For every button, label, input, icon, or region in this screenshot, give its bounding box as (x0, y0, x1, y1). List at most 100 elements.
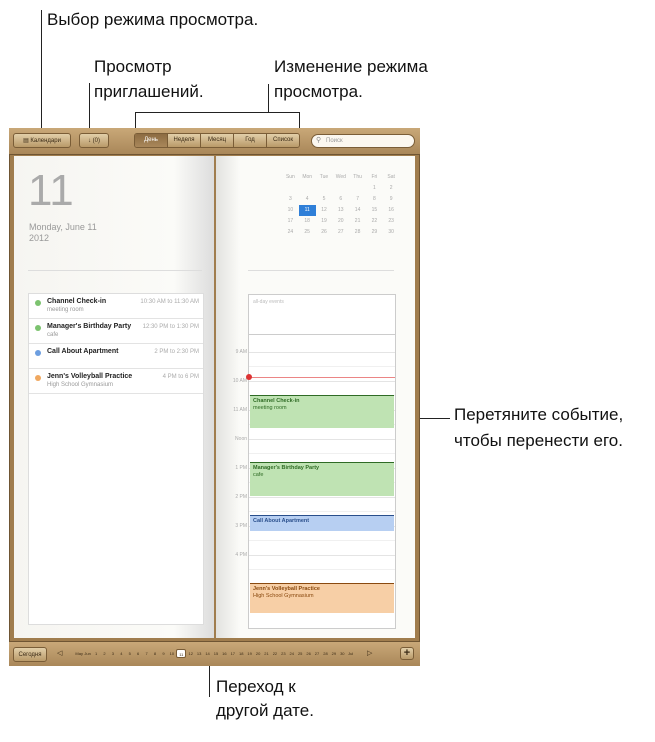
callout-line-view-mode (41, 10, 42, 128)
scrubber-month[interactable]: May (75, 649, 83, 658)
scrubber-day[interactable]: 23 (279, 649, 287, 658)
day-cell[interactable]: 18 (299, 216, 316, 227)
scrubber-day[interactable]: 6 (134, 649, 142, 658)
scrubber-month[interactable]: Jul (347, 649, 355, 658)
scrubber-day[interactable]: 30 (338, 649, 346, 658)
day-event-block[interactable]: Manager's Birthday Party cafe (250, 462, 394, 496)
scrubber-day[interactable]: 28 (321, 649, 329, 658)
scrubber-day[interactable]: 19 (245, 649, 253, 658)
day-cell[interactable]: 21 (349, 216, 366, 227)
hour-label: 10 AM (232, 378, 247, 384)
tab-month[interactable]: Месяц (201, 134, 234, 147)
day-cell[interactable]: 7 (349, 194, 366, 205)
scrubber-day[interactable]: 17 (229, 649, 237, 658)
scrubber-day[interactable]: 10 (168, 649, 176, 658)
scrubber-day[interactable]: 24 (288, 649, 296, 658)
day-cell[interactable]: 28 (349, 227, 366, 238)
day-cell[interactable]: 15 (366, 205, 383, 216)
mini-calendar: Sun Mon Tue Wed Thu Fri Sat 1 2 3 4 5 6 7 8 9 10 11 12 13 14… (282, 172, 400, 238)
event-location: meeting room (47, 307, 84, 313)
day-cell[interactable]: 27 (332, 227, 349, 238)
day-cell[interactable]: 30 (383, 227, 400, 238)
scrubber-day[interactable]: 22 (271, 649, 279, 658)
tab-year[interactable]: Год (234, 134, 267, 147)
scrubber-day[interactable]: 1 (92, 649, 100, 658)
day-cell[interactable]: 25 (299, 227, 316, 238)
day-cell[interactable]: 26 (316, 227, 333, 238)
day-cell[interactable]: 19 (316, 216, 333, 227)
scrubber-day[interactable]: 14 (203, 649, 211, 658)
hour-line (249, 497, 395, 498)
day-cell[interactable]: 17 (282, 216, 299, 227)
day-cell[interactable]: 12 (316, 205, 333, 216)
scrubber-day[interactable]: 11 (176, 649, 187, 658)
list-item[interactable]: Channel Check-in meeting room 10:30 AM to … (29, 294, 203, 319)
scrubber-day[interactable]: 3 (109, 649, 117, 658)
scrubber-day[interactable]: 20 (254, 649, 262, 658)
scrubber-day[interactable]: 12 (186, 649, 194, 658)
invitations-button[interactable]: ↓ (0) (79, 133, 109, 148)
day-cell[interactable]: 14 (349, 205, 366, 216)
date-scrubber[interactable]: May Jun 1 2 3 4 5 6 7 8 9 10 11 12 13 14 15 16 17 18 19 20 21 2… (75, 649, 355, 658)
day-event-block[interactable]: Channel Check-in meeting room (250, 395, 394, 428)
scrubber-day[interactable]: 9 (159, 649, 167, 658)
day-cell[interactable]: 20 (332, 216, 349, 227)
hour-label: 2 PM (235, 494, 247, 500)
calendars-button[interactable]: ▤ Календари (13, 133, 71, 148)
next-arrow-icon[interactable]: ▷ (367, 649, 372, 657)
day-cell[interactable]: 22 (366, 216, 383, 227)
tab-list[interactable]: Список (267, 134, 299, 147)
today-button[interactable]: Сегодня (13, 647, 47, 662)
day-event-block[interactable]: Call About Apartment (250, 515, 394, 531)
event-color-dot (35, 375, 41, 381)
day-cell[interactable]: 2 (383, 183, 400, 194)
scrubber-day[interactable]: 8 (151, 649, 159, 658)
scrubber-day[interactable]: 4 (117, 649, 125, 658)
scrubber-day[interactable]: 29 (330, 649, 338, 658)
current-time-dot (246, 374, 252, 380)
prev-arrow-icon[interactable]: ◁ (57, 649, 62, 657)
scrubber-day[interactable]: 2 (100, 649, 108, 658)
day-cell[interactable]: 11 (298, 205, 316, 216)
tab-day[interactable]: День (135, 134, 168, 147)
scrubber-day[interactable]: 15 (212, 649, 220, 658)
day-cell[interactable]: 23 (383, 216, 400, 227)
scrubber-day[interactable]: 25 (296, 649, 304, 658)
list-item[interactable]: Manager's Birthday Party cafe 12:30 PM to … (29, 319, 203, 344)
list-item[interactable]: Call About Apartment 2 PM to 2:30 PM (29, 344, 203, 369)
day-cell[interactable]: 29 (366, 227, 383, 238)
day-cell[interactable]: 1 (366, 183, 383, 194)
day-cell[interactable]: 24 (282, 227, 299, 238)
list-item[interactable]: Jenn's Volleyball Practice High School Gy… (29, 369, 203, 394)
add-event-button[interactable]: + (400, 647, 414, 660)
day-cell[interactable]: 16 (383, 205, 400, 216)
day-cell[interactable]: 3 (282, 194, 299, 205)
day-cell[interactable]: 13 (332, 205, 349, 216)
tab-week[interactable]: Неделя (168, 134, 201, 147)
event-color-dot (35, 325, 41, 331)
scrubber-day[interactable]: 5 (126, 649, 134, 658)
scrubber-day[interactable]: 16 (220, 649, 228, 658)
day-cell[interactable]: 4 (299, 194, 316, 205)
scrubber-day[interactable]: 26 (304, 649, 312, 658)
day-cell[interactable]: 6 (332, 194, 349, 205)
scrubber-day[interactable]: 27 (313, 649, 321, 658)
day-cell[interactable]: 5 (316, 194, 333, 205)
day-cell (349, 183, 366, 194)
scrubber-day[interactable]: 7 (142, 649, 150, 658)
scrubber-month[interactable]: Jun (83, 649, 91, 658)
day-cell[interactable]: 10 (282, 205, 299, 216)
hour-label: 3 PM (235, 523, 247, 529)
day-number: 11 (28, 166, 74, 215)
search-input[interactable]: ⚲ Поиск (311, 134, 415, 148)
scrubber-day[interactable]: 13 (195, 649, 203, 658)
scrubber-day[interactable]: 21 (262, 649, 270, 658)
callout-change-view-2: просмотра. (274, 82, 363, 101)
search-placeholder: Поиск (326, 138, 343, 144)
day-event-block[interactable]: Jenn's Volleyball Practice High School Gy… (250, 583, 394, 613)
event-color-dot (35, 300, 41, 306)
scrubber-day[interactable]: 18 (237, 649, 245, 658)
event-time: 10:30 AM to 11:30 AM (140, 299, 199, 305)
day-cell[interactable]: 8 (366, 194, 383, 205)
day-cell[interactable]: 9 (383, 194, 400, 205)
